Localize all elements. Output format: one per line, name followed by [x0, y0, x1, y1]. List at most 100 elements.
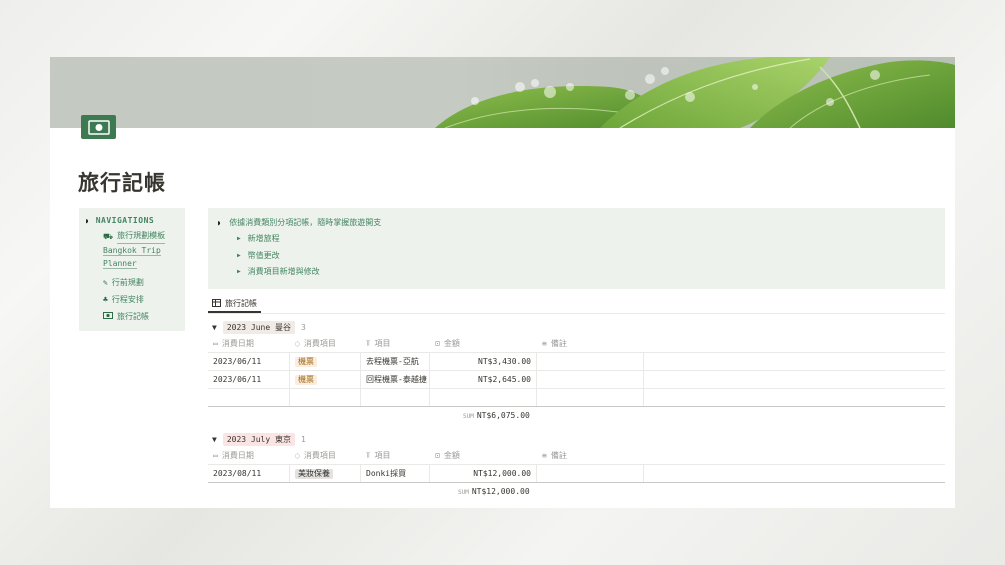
tab-table-view[interactable]: 旅行記帳 [208, 296, 261, 313]
notion-page: 旅行記帳 ◗ NAVIGATIONS ⛟ 旅行規劃模板 Bangkok Trip… [50, 57, 955, 508]
toggle-label: 幣值更改 [247, 250, 280, 260]
cell-amount[interactable]: NT$3,430.00 [430, 353, 537, 370]
nav-item-itinerary[interactable]: ♣ 行程安排 [85, 293, 179, 307]
nav-link-label: 旅行規劃模板 [117, 229, 166, 244]
select-icon: ◌ [295, 451, 300, 460]
cell-note[interactable] [537, 389, 644, 406]
nav-item-bangkok-trip[interactable]: Bangkok Trip Planner [85, 244, 179, 270]
navigations-toggle[interactable]: ◗ NAVIGATIONS [85, 216, 179, 225]
col-label: 消費項目 [303, 339, 336, 348]
group-tag: 2023 June 曼谷 [222, 321, 295, 334]
callout-heading: 依據消費類別分項記帳，隨時掌握旅遊開支 [229, 218, 382, 227]
text-icon: ≡ [542, 451, 547, 460]
group-tag: 2023 July 東京 [222, 433, 295, 446]
cell-category[interactable]: 美妝保養 [290, 465, 361, 482]
nav-item-expense[interactable]: 旅行記帳 [85, 310, 179, 324]
cell-empty [644, 465, 945, 482]
col-label: 備註 [550, 451, 567, 460]
cover-image[interactable] [50, 57, 955, 128]
cell-date[interactable]: 2023/06/11 [208, 353, 290, 370]
select-icon: ◌ [295, 339, 300, 348]
text-icon: ≡ [542, 339, 547, 348]
cell-item[interactable] [361, 389, 430, 406]
group-header-june[interactable]: ▼ 2023 June 曼谷 3 [212, 321, 306, 334]
cell-empty [644, 389, 945, 406]
col-header-category[interactable]: ◌ 消費項目 [290, 335, 361, 352]
cell-date[interactable]: 2023/08/11 [208, 465, 290, 482]
category-tag: 美妝保養 [295, 468, 333, 479]
calendar-icon: ▭ [213, 451, 218, 460]
col-label: 項目 [374, 451, 391, 460]
tab-label: 旅行記帳 [225, 299, 257, 308]
col-header-item[interactable]: ⫪ 項目 [361, 447, 430, 464]
cell-date[interactable]: 2023/06/11 [208, 371, 290, 388]
cell-amount[interactable]: NT$12,000.00 [430, 465, 537, 482]
navigations-heading: NAVIGATIONS [95, 216, 155, 225]
moon-icon: ◗ [85, 216, 90, 225]
col-label: 備註 [550, 339, 567, 348]
table-row-empty[interactable] [208, 389, 945, 407]
nav-link-label: Bangkok Trip Planner [103, 246, 161, 269]
toggle-edit-categories[interactable]: ▶ 消費項目新增與修改 [217, 266, 936, 278]
cell-category[interactable]: 機票 [290, 353, 361, 370]
table-header-row: ▭ 消費日期 ◌ 消費項目 ⫪ 項目 ⊡ 金額 ≡ 備註 [208, 335, 945, 353]
group-count: 1 [301, 435, 306, 444]
cell-note[interactable] [537, 465, 644, 482]
col-label: 金額 [443, 339, 460, 348]
col-header-category[interactable]: ◌ 消費項目 [290, 447, 361, 464]
callout-heading-row: ◗ 依據消費類別分項記帳，隨時掌握旅遊開支 [217, 217, 936, 228]
sum-value: NT$12,000.00 [471, 487, 530, 496]
col-label: 金額 [443, 451, 460, 460]
col-header-amount[interactable]: ⊡ 金額 [430, 447, 537, 464]
sum-june[interactable]: SUM NT$6,075.00 [463, 411, 530, 420]
table-row[interactable]: 2023/06/11 機票 去程機票-亞航 NT$3,430.00 [208, 353, 945, 371]
cell-item[interactable]: 回程機票-泰越捷 [361, 371, 430, 388]
col-header-note[interactable]: ≡ 備註 [537, 335, 644, 352]
collapse-arrow-icon[interactable]: ▼ [212, 323, 217, 332]
calendar-icon: ▭ [213, 339, 218, 348]
cactus-icon: ♣ [103, 295, 108, 304]
cell-category[interactable] [290, 389, 361, 406]
title-icon: ⫪ [366, 338, 371, 348]
cell-note[interactable] [537, 371, 644, 388]
cell-amount[interactable]: NT$2,645.00 [430, 371, 537, 388]
cell-empty [644, 371, 945, 388]
toggle-add-trip[interactable]: ▶ 新增旅程 [217, 233, 936, 245]
nav-item-travel-template[interactable]: ⛟ 旅行規劃模板 [85, 229, 179, 244]
collapse-arrow-icon[interactable]: ▼ [212, 435, 217, 444]
money-icon[interactable] [81, 115, 116, 139]
col-header-date[interactable]: ▭ 消費日期 [208, 447, 290, 464]
page-title: 旅行記帳 [78, 171, 166, 195]
expense-table-june: ▭ 消費日期 ◌ 消費項目 ⫪ 項目 ⊡ 金額 ≡ 備註 2023/06/11 機票 去程… [208, 335, 945, 407]
divider [208, 313, 945, 314]
col-label: 項目 [374, 339, 391, 348]
cell-item[interactable]: Donki採買 [361, 465, 430, 482]
table-row[interactable]: 2023/06/11 機票 回程機票-泰越捷 NT$2,645.00 [208, 371, 945, 389]
col-header-empty [644, 447, 945, 464]
group-header-july[interactable]: ▼ 2023 July 東京 1 [212, 433, 306, 446]
category-tag: 機票 [295, 374, 317, 385]
toggle-arrow-icon: ▶ [237, 268, 241, 275]
category-tag: 機票 [295, 356, 317, 367]
toggle-currency-change[interactable]: ▶ 幣值更改 [217, 250, 936, 262]
col-header-note[interactable]: ≡ 備註 [537, 447, 644, 464]
toggle-arrow-icon: ▶ [237, 235, 241, 242]
col-header-date[interactable]: ▭ 消費日期 [208, 335, 290, 352]
col-header-amount[interactable]: ⊡ 金額 [430, 335, 537, 352]
pencil-icon: ✎ [103, 278, 108, 287]
col-header-item[interactable]: ⫪ 項目 [361, 335, 430, 352]
nav-item-label: 行程安排 [111, 295, 144, 304]
cell-note[interactable] [537, 353, 644, 370]
table-row[interactable]: 2023/08/11 美妝保養 Donki採買 NT$12,000.00 [208, 465, 945, 483]
info-callout: ◗ 依據消費類別分項記帳，隨時掌握旅遊開支 ▶ 新增旅程 ▶ 幣值更改 ▶ 消費… [208, 208, 945, 289]
cell-amount[interactable] [430, 389, 537, 406]
nav-item-pre-trip[interactable]: ✎ 行前規劃 [85, 276, 179, 290]
cell-item[interactable]: 去程機票-亞航 [361, 353, 430, 370]
cell-category[interactable]: 機票 [290, 371, 361, 388]
money-icon [103, 310, 113, 324]
cell-date[interactable] [208, 389, 290, 406]
sum-july[interactable]: SUM NT$12,000.00 [458, 487, 530, 496]
col-label: 消費項目 [303, 451, 336, 460]
toggle-label: 消費項目新增與修改 [247, 267, 320, 276]
sum-label: SUM [463, 413, 474, 420]
